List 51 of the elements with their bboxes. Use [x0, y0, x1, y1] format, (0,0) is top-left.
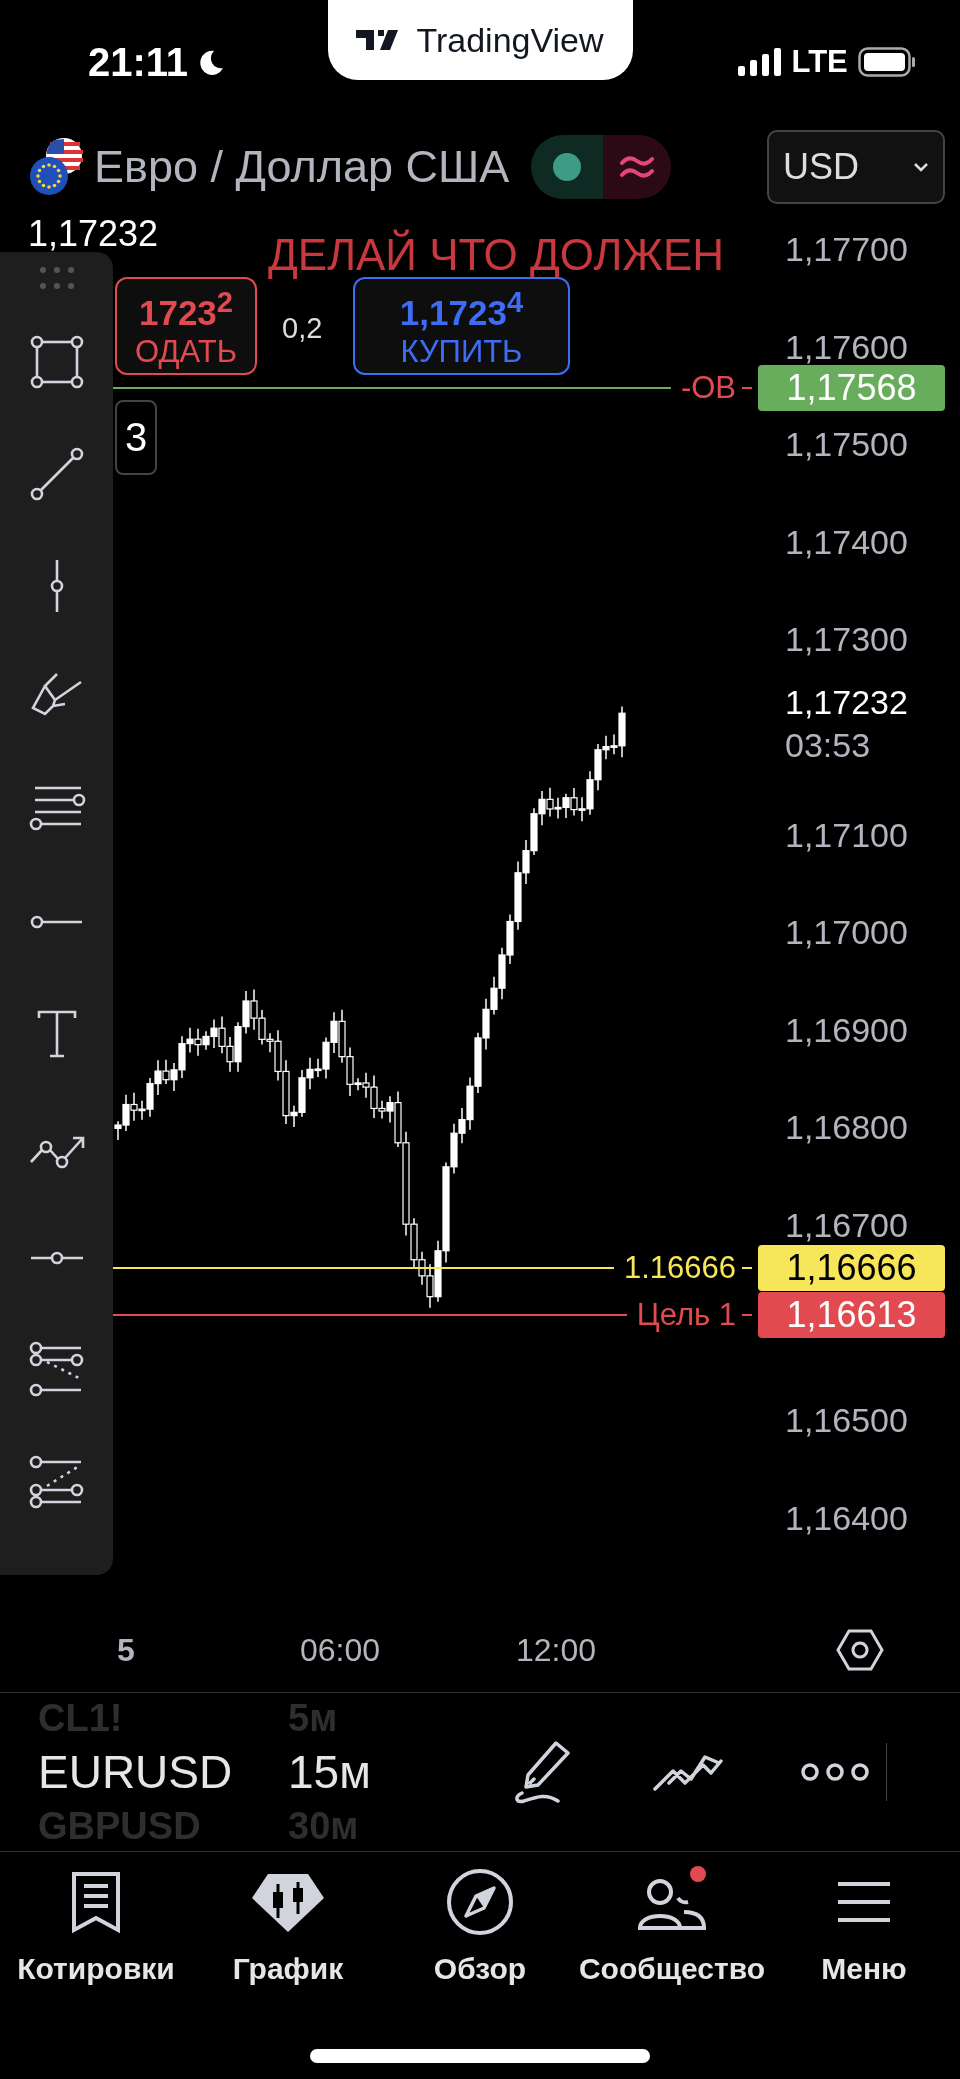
- status-dot-icon: [552, 152, 583, 182]
- currency-dropdown[interactable]: USD: [767, 130, 945, 204]
- approx-icon: [619, 154, 656, 180]
- symbol-title[interactable]: Евро / Доллар США: [94, 141, 510, 193]
- price-axis-label: 1,17500: [785, 427, 908, 462]
- network-type: LTE: [791, 44, 848, 80]
- last-price: 1,17232: [28, 212, 159, 256]
- buy-button[interactable]: 1,1723$^{4}$ КУПИТЬ: [353, 277, 570, 375]
- time-axis-label: 5: [117, 1632, 135, 1669]
- market-status-toggle[interactable]: [531, 135, 672, 199]
- more-icon[interactable]: [800, 1760, 870, 1784]
- current-price-label: 1,17232: [785, 685, 908, 719]
- time-axis-label: 06:00: [299, 1632, 381, 1669]
- price-axis-label: 1,17300: [785, 622, 908, 657]
- counter-button[interactable]: 3: [115, 400, 157, 475]
- price-axis-label: 1,17700: [785, 232, 908, 266]
- spread-value: 0,2: [282, 311, 323, 346]
- compass-icon: [446, 1868, 514, 1936]
- nav-tab[interactable]: График: [192, 1866, 384, 2032]
- price-axis-label: 1,16500: [785, 1403, 908, 1438]
- price-axis-label: 1,17400: [785, 524, 908, 559]
- level-label: 1.16666: [623, 1250, 736, 1286]
- price-axis-label: 1,17100: [785, 817, 908, 852]
- price-axis-label: 1,16400: [785, 1500, 908, 1535]
- nav-tab[interactable]: Котировки: [0, 1866, 192, 2032]
- nav-tab[interactable]: Сообщество: [576, 1866, 768, 2032]
- currency-flags-icon: [28, 136, 84, 198]
- settings-icon[interactable]: [836, 1628, 884, 1672]
- time-axis-label: 12:00: [515, 1632, 597, 1669]
- price-axis-label: 1,16800: [785, 1110, 908, 1145]
- nav-tab[interactable]: Обзор: [384, 1866, 576, 2032]
- clock-time: 21:11: [88, 40, 189, 85]
- chart-annotation: ДЕЛАЙ ЧТО ДОЛЖЕН: [268, 230, 725, 280]
- nav-tab[interactable]: Меню: [768, 1866, 960, 2032]
- price-axis-label: 1,17000: [785, 915, 908, 950]
- price-axis-label: 1,16900: [785, 1012, 908, 1047]
- signal-icon: [737, 48, 782, 76]
- level-label: Цель 1: [636, 1297, 736, 1333]
- price-axis-label: 1,17600: [785, 329, 908, 364]
- battery-icon: [857, 47, 916, 77]
- symbol-option[interactable]: EURUSD: [38, 1744, 288, 1800]
- caret-icon: [913, 162, 929, 172]
- price-level-tag: 1,16666: [758, 1245, 945, 1291]
- interval-option[interactable]: 15м: [288, 1744, 488, 1800]
- price-axis-label: 1,16700: [785, 1208, 908, 1242]
- sell-button[interactable]: 1723$^{2}$ ОДАТЬ: [115, 277, 257, 375]
- price-level-tag: 1,16613: [758, 1292, 945, 1338]
- app-name: TradingView: [416, 20, 604, 60]
- level-label: -ОВ: [680, 370, 736, 406]
- price-level-tag: 1,17568: [758, 365, 945, 411]
- bar-countdown: 03:53: [785, 728, 871, 762]
